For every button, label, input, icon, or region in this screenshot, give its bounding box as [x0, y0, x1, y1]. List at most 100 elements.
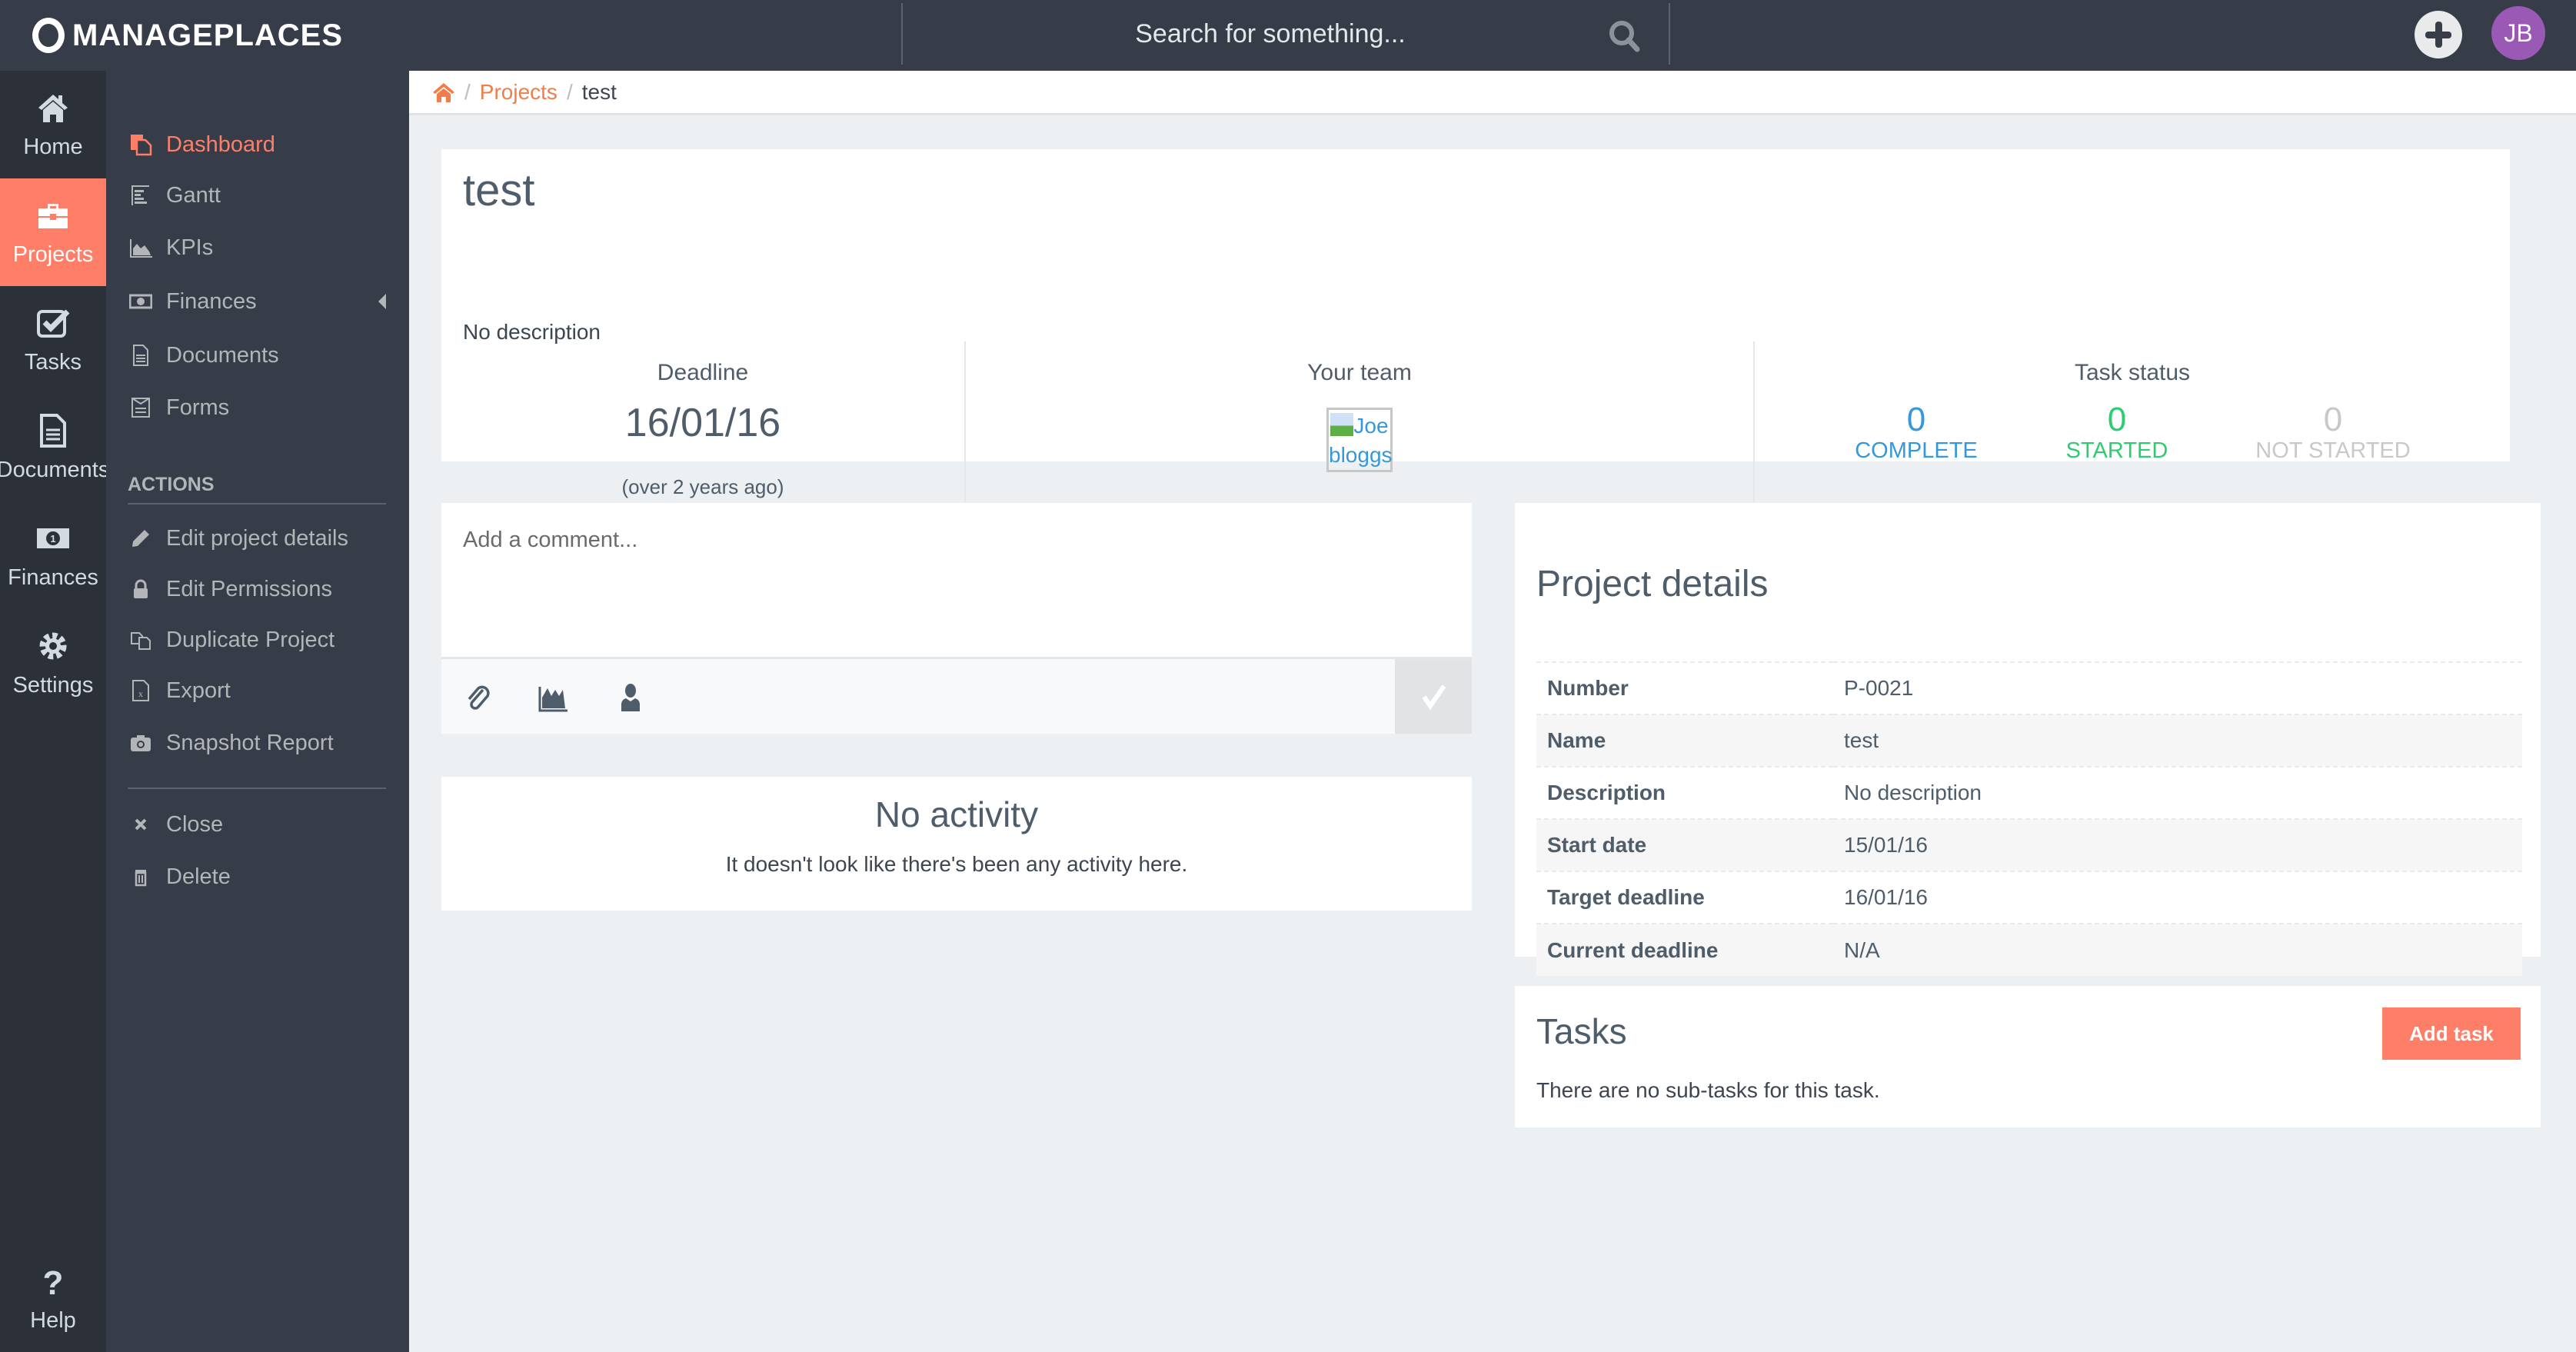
form-icon: [131, 398, 150, 418]
nav-label: Snapshot Report: [166, 730, 334, 755]
check-icon: [1422, 684, 1446, 710]
action-close[interactable]: Close: [128, 803, 394, 846]
nav-help[interactable]: ? Help: [0, 1244, 106, 1352]
project-nav: Dashboard Gantt KPIs Finances Documents …: [106, 71, 409, 1352]
nav-tasks[interactable]: Tasks: [0, 286, 106, 394]
project-summary-card: test No description Deadline 16/01/16 (o…: [441, 149, 2510, 526]
add-task-button[interactable]: Add task: [2382, 1007, 2521, 1060]
nav-label: Documents: [0, 457, 110, 482]
detail-key: Current deadline: [1547, 937, 1719, 962]
action-delete[interactable]: Delete: [128, 855, 394, 898]
project-nav-dashboard[interactable]: Dashboard: [128, 123, 394, 166]
home-icon[interactable]: [432, 82, 455, 103]
document-icon: [133, 345, 148, 366]
nav-label: Duplicate Project: [166, 627, 335, 652]
gantt-icon: [131, 185, 149, 205]
nav-label: Tasks: [24, 349, 82, 375]
status-complete[interactable]: 0 COMPLETE: [1839, 401, 1993, 464]
status-count: 0: [1906, 401, 1926, 438]
nav-label: Edit Permissions: [166, 576, 332, 601]
team-section: Your team Joe bloggs: [966, 341, 1755, 526]
action-edit-permissions[interactable]: Edit Permissions: [128, 568, 394, 611]
primary-nav: Home Projects Tasks Documents 1 Finances…: [0, 71, 110, 1352]
question-icon: ?: [43, 1264, 64, 1299]
project-title: test: [463, 165, 535, 215]
nav-documents[interactable]: Documents: [0, 394, 110, 501]
divider: [128, 788, 386, 789]
checkbox-icon: [37, 309, 70, 338]
deadline-relative: (over 2 years ago): [621, 475, 784, 498]
nav-finances[interactable]: 1 Finances: [0, 501, 106, 609]
svg-text:x: x: [138, 688, 143, 699]
action-edit-project-details[interactable]: Edit project details: [128, 517, 394, 560]
nav-label: Finances: [8, 564, 98, 590]
area-chart-icon: [130, 239, 152, 258]
nav-label: Help: [30, 1307, 76, 1333]
gear-icon: [39, 632, 67, 659]
status-started[interactable]: 0 STARTED: [2040, 401, 2194, 464]
paperclip-icon[interactable]: [463, 682, 494, 713]
detail-value: No description: [1844, 781, 1982, 804]
task-status-label: Task status: [2074, 360, 2191, 385]
tasks-empty-text: There are no sub-tasks for this task.: [1536, 1078, 1880, 1102]
trash-icon: [135, 870, 147, 887]
comment-input[interactable]: [441, 503, 1472, 657]
camera-icon: [131, 735, 151, 751]
dashboard-icon: [131, 135, 152, 156]
action-snapshot-report[interactable]: Snapshot Report: [128, 721, 394, 764]
svg-text:1: 1: [50, 533, 55, 544]
nav-label: KPIs: [166, 235, 214, 260]
table-row: Target deadline 16/01/16: [1536, 871, 2522, 924]
deadline-label: Deadline: [657, 360, 749, 385]
user-icon[interactable]: [615, 682, 646, 713]
project-nav-forms[interactable]: Forms: [128, 386, 394, 429]
project-nav-documents[interactable]: Documents: [128, 334, 394, 377]
activity-empty-text: It doesn't look like there's been any ac…: [725, 852, 1188, 876]
briefcase-icon: [38, 203, 68, 228]
action-export[interactable]: x Export: [128, 669, 394, 712]
caret-left-icon[interactable]: [378, 294, 386, 309]
detail-value: N/A: [1844, 937, 1880, 962]
user-avatar[interactable]: JB: [2491, 6, 2545, 60]
close-icon: [135, 818, 147, 831]
project-nav-gantt[interactable]: Gantt: [128, 174, 394, 217]
detail-value: test: [1844, 728, 1879, 752]
logo-icon: [32, 18, 65, 53]
detail-value: 16/01/16: [1844, 885, 1928, 909]
breadcrumb-projects-link[interactable]: Projects: [480, 80, 557, 105]
nav-settings[interactable]: Settings: [0, 609, 106, 717]
excel-file-icon: x: [132, 680, 149, 701]
detail-key: Description: [1547, 781, 1666, 804]
details-title: Project details: [1536, 564, 1769, 604]
top-bar: MANAGEPLACES JB: [0, 0, 2576, 71]
comment-toolbar: [441, 657, 1472, 734]
detail-value: 15/01/16: [1844, 833, 1928, 857]
nav-label: Home: [23, 134, 83, 159]
comment-card: [441, 503, 1472, 734]
chart-icon[interactable]: [538, 682, 569, 713]
nav-label: Dashboard: [166, 132, 275, 157]
money-icon: [129, 294, 152, 309]
table-row: Description No description: [1536, 767, 2522, 819]
detail-key: Name: [1547, 728, 1606, 752]
action-duplicate-project[interactable]: Duplicate Project: [128, 618, 394, 661]
deadline-section: Deadline 16/01/16 (over 2 years ago): [441, 341, 966, 526]
team-member-avatar[interactable]: Joe bloggs: [1326, 408, 1393, 472]
status-label: COMPLETE: [1855, 438, 1978, 463]
submit-comment-button[interactable]: [1395, 659, 1472, 734]
pencil-icon: [132, 530, 149, 547]
project-nav-kpis[interactable]: KPIs: [128, 226, 394, 269]
detail-value: P-0021: [1844, 676, 1914, 700]
search-icon[interactable]: [1607, 18, 1641, 52]
search-input[interactable]: [949, 3, 1592, 65]
project-nav-finances[interactable]: Finances: [128, 280, 394, 323]
nav-label: Forms: [166, 395, 230, 420]
task-status-section: Task status 0 COMPLETE 0 STARTED 0 NOT S…: [1755, 341, 2510, 526]
add-new-button[interactable]: [2415, 11, 2462, 58]
nav-projects[interactable]: Projects: [0, 178, 106, 286]
search-box: [901, 3, 1670, 65]
nav-home[interactable]: Home: [0, 71, 106, 178]
app-logo[interactable]: MANAGEPLACES: [32, 14, 343, 57]
status-not-started[interactable]: 0 NOT STARTED: [2241, 401, 2425, 464]
user-initials: JB: [2504, 18, 2533, 47]
